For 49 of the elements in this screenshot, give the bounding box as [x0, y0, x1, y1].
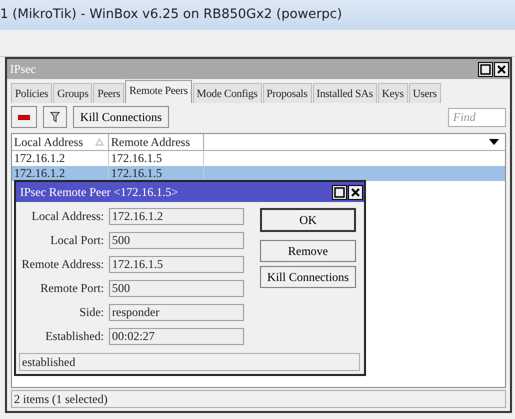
- tab[interactable]: Proposals: [262, 83, 312, 103]
- maximize-icon: [480, 64, 491, 74]
- tab[interactable]: Groups: [53, 83, 92, 103]
- tab[interactable]: Mode Configs: [192, 83, 262, 103]
- maximize-icon: [334, 186, 345, 198]
- find-field[interactable]: Find: [448, 108, 506, 126]
- field-label: Local Port:: [49, 232, 104, 249]
- field-label: Remote Address:: [20, 256, 104, 273]
- filter-button[interactable]: [43, 106, 67, 128]
- tab[interactable]: Users: [408, 83, 441, 103]
- minus-icon: [18, 114, 30, 120]
- value-field[interactable]: responder: [109, 304, 244, 321]
- close-button[interactable]: [348, 184, 363, 200]
- value-field[interactable]: 00:02:27: [109, 328, 244, 345]
- status-bar: 2 items (1 selected): [11, 390, 506, 408]
- close-button[interactable]: [494, 62, 509, 76]
- column-label: Local Address: [14, 134, 83, 151]
- tab[interactable]: Policies: [11, 83, 52, 103]
- tab[interactable]: Peers: [93, 83, 124, 103]
- column-header[interactable]: Local Address: [12, 134, 109, 150]
- value-field[interactable]: 500: [109, 280, 244, 297]
- value-field[interactable]: 172.16.1.5: [109, 256, 244, 273]
- close-icon: [496, 64, 507, 74]
- app-title: 1 (MikroTik) - WinBox v6.25 on RB850Gx2 (powerpc): [0, 0, 515, 30]
- tab[interactable]: Installed SAs: [312, 83, 377, 103]
- value-field[interactable]: 500: [109, 232, 244, 249]
- field-label: Local Address:: [30, 208, 104, 225]
- dialog-button[interactable]: Kill Connections: [260, 266, 356, 288]
- filter-icon: [50, 110, 60, 124]
- value-field[interactable]: 172.16.1.2: [109, 208, 244, 225]
- field-label: Established:: [44, 328, 104, 345]
- column-label: Remote Address: [111, 134, 190, 151]
- close-icon: [350, 186, 361, 198]
- tab[interactable]: Keys: [378, 83, 408, 103]
- table-row[interactable]: 172.16.1.2 172.16.1.5: [12, 166, 505, 181]
- remove-button[interactable]: [11, 106, 37, 128]
- field-label: Side:: [78, 304, 104, 321]
- tab[interactable]: Remote Peers: [125, 80, 192, 103]
- dropdown-arrow-icon: [489, 139, 499, 145]
- window-title: IPsec: [10, 61, 36, 78]
- dialog-title: IPsec Remote Peer <172.16.1.5>: [20, 184, 178, 201]
- dialog-button[interactable]: Remove: [260, 240, 356, 262]
- dialog-status-bar: established: [19, 353, 360, 371]
- maximize-button[interactable]: [478, 62, 493, 76]
- field-label: Remote Port:: [39, 280, 104, 297]
- dialog-button[interactable]: OK: [260, 208, 356, 232]
- kill-connections-button[interactable]: Kill Connections: [73, 106, 169, 128]
- column-header[interactable]: Remote Address: [109, 134, 204, 150]
- maximize-button[interactable]: [332, 184, 347, 200]
